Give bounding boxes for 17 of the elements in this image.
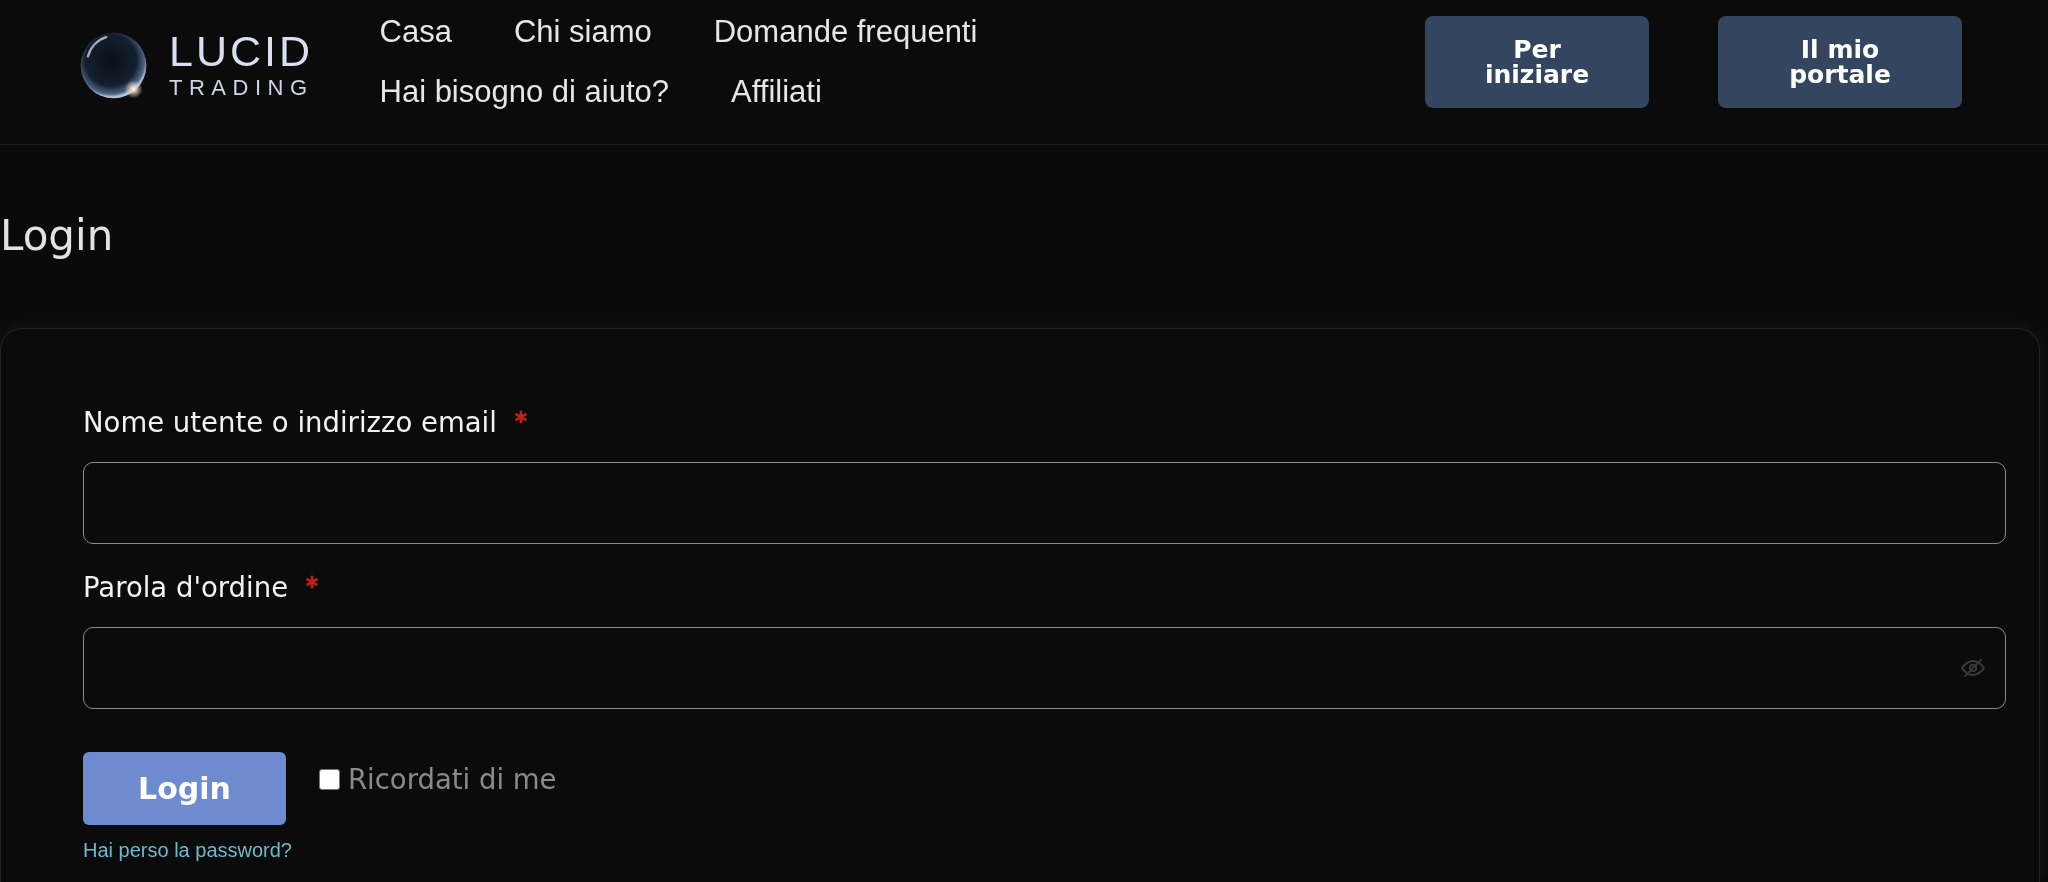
- field-label: Parola d'ordine: [83, 572, 289, 602]
- nav-link[interactable]: Casa: [379, 14, 452, 50]
- nav-link[interactable]: Hai bisogno di aiuto?: [379, 74, 670, 110]
- header-button[interactable]: Per iniziare: [1425, 16, 1649, 108]
- logo-title: LUCID: [169, 29, 314, 73]
- input-field[interactable]: [83, 462, 2006, 544]
- lost-password-link[interactable]: Hai perso la password?: [83, 839, 292, 861]
- nav-link[interactable]: Affiliati: [731, 74, 822, 110]
- checkbox[interactable]: [319, 768, 340, 790]
- nav-link[interactable]: Chi siamo: [513, 14, 652, 50]
- field-label: Nome utente o indirizzo email: [83, 407, 497, 437]
- nav-link[interactable]: Domande frequenti: [713, 14, 978, 50]
- password-field[interactable]: [83, 627, 2006, 709]
- remember-label: Ricordati di me: [348, 763, 557, 795]
- page-title: Login: [0, 211, 114, 261]
- logo-subtitle: TRADING: [169, 76, 314, 100]
- header-button[interactable]: Il mio portale: [1718, 16, 1962, 108]
